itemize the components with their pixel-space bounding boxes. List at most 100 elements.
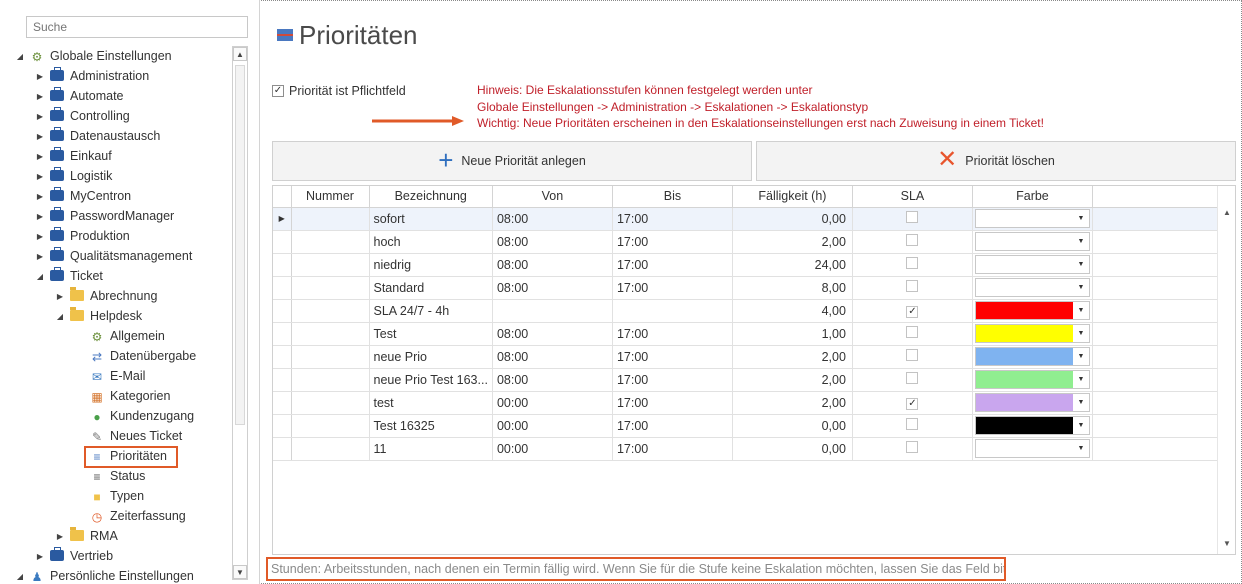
tree-item[interactable]: ▶ Datenaustausch xyxy=(34,126,160,146)
tree-item[interactable]: ▶ Logistik xyxy=(34,166,112,186)
color-picker[interactable]: ▼ xyxy=(974,347,1090,366)
tree-item[interactable]: ▶ Qualitätsmanagement xyxy=(34,246,192,266)
dropdown-arrow-icon[interactable]: ▼ xyxy=(1072,279,1089,296)
tree-item[interactable]: ◢ Helpdesk xyxy=(54,306,142,326)
cell-farbe[interactable]: ▼ xyxy=(972,368,1093,392)
collapse-arrow-icon[interactable]: ◢ xyxy=(54,307,66,327)
cell-faelligkeit[interactable]: 0,00 xyxy=(732,437,853,461)
cell-von[interactable]: 08:00 xyxy=(492,207,613,231)
tree-item[interactable]: ▶ Controlling xyxy=(34,106,130,126)
color-picker[interactable]: ▼ xyxy=(974,393,1090,412)
cell-bezeichnung[interactable]: niedrig xyxy=(369,253,493,277)
tree-item[interactable]: ◢ Ticket xyxy=(34,266,103,286)
cell-nummer[interactable] xyxy=(291,414,370,438)
expand-arrow-icon[interactable]: ▶ xyxy=(34,547,46,567)
color-picker[interactable]: ▼ xyxy=(974,416,1090,435)
table-row[interactable]: 11 00:00 17:00 0,00 ▼ xyxy=(273,437,1221,461)
color-picker[interactable]: ▼ xyxy=(974,324,1090,343)
cell-farbe[interactable]: ▼ xyxy=(972,276,1093,300)
sla-checkbox[interactable] xyxy=(906,211,919,223)
cell-bis[interactable]: 17:00 xyxy=(612,207,733,231)
table-row[interactable]: neue Prio Test 163... 08:00 17:00 2,00 ▼ xyxy=(273,368,1221,392)
cell-bis[interactable] xyxy=(612,299,733,323)
dropdown-arrow-icon[interactable]: ▼ xyxy=(1072,210,1089,227)
table-row[interactable]: hoch 08:00 17:00 2,00 ▼ xyxy=(273,230,1221,254)
scroll-thumb[interactable] xyxy=(235,65,245,425)
cell-bis[interactable]: 17:00 xyxy=(612,345,733,369)
cell-faelligkeit[interactable]: 1,00 xyxy=(732,322,853,346)
grid-scroll-up-icon[interactable]: ▲ xyxy=(1218,208,1235,217)
sla-checkbox[interactable] xyxy=(906,418,919,430)
expand-arrow-icon[interactable]: ▶ xyxy=(34,67,46,87)
cell-farbe[interactable]: ▼ xyxy=(972,437,1093,461)
cell-von[interactable]: 08:00 xyxy=(492,322,613,346)
cell-von[interactable]: 08:00 xyxy=(492,276,613,300)
cell-sla[interactable] xyxy=(852,253,973,277)
cell-bis[interactable]: 17:00 xyxy=(612,368,733,392)
cell-nummer[interactable] xyxy=(291,368,370,392)
cell-bezeichnung[interactable]: neue Prio xyxy=(369,345,493,369)
cell-faelligkeit[interactable]: 4,00 xyxy=(732,299,853,323)
cell-farbe[interactable]: ▼ xyxy=(972,391,1093,415)
sla-checkbox[interactable] xyxy=(906,280,919,292)
tree-item[interactable]: ▶ Einkauf xyxy=(34,146,112,166)
sla-checkbox[interactable]: ✓ xyxy=(906,398,919,410)
sla-checkbox[interactable] xyxy=(906,326,919,338)
cell-bezeichnung[interactable]: SLA 24/7 - 4h xyxy=(369,299,493,323)
color-picker[interactable]: ▼ xyxy=(974,301,1090,320)
cell-faelligkeit[interactable]: 2,00 xyxy=(732,345,853,369)
column-header[interactable]: Fälligkeit (h) xyxy=(732,186,853,208)
table-row[interactable]: ▶ sofort 08:00 17:00 0,00 ▼ xyxy=(273,207,1221,231)
cell-nummer[interactable] xyxy=(291,391,370,415)
cell-bezeichnung[interactable]: sofort xyxy=(369,207,493,231)
sla-checkbox[interactable] xyxy=(906,257,919,269)
new-priority-button[interactable]: + Neue Priorität anlegen xyxy=(272,141,752,181)
cell-bis[interactable]: 17:00 xyxy=(612,253,733,277)
collapse-arrow-icon[interactable]: ◢ xyxy=(34,267,46,287)
delete-priority-button[interactable]: ✕ Priorität löschen xyxy=(756,141,1236,181)
tree-item[interactable]: ▶ Automate xyxy=(34,86,124,106)
expand-arrow-icon[interactable]: ▶ xyxy=(34,187,46,207)
cell-nummer[interactable] xyxy=(291,437,370,461)
tree-item[interactable]: ✉ E-Mail xyxy=(74,366,145,386)
tree-item[interactable]: ✎ Neues Ticket xyxy=(74,426,182,446)
dropdown-arrow-icon[interactable]: ▼ xyxy=(1072,440,1089,457)
cell-nummer[interactable] xyxy=(291,345,370,369)
cell-sla[interactable] xyxy=(852,322,973,346)
tree-item[interactable]: ◢ ⚙ Globale Einstellungen xyxy=(14,46,172,66)
cell-bezeichnung[interactable]: 11 xyxy=(369,437,493,461)
search-input[interactable] xyxy=(26,16,248,38)
cell-bis[interactable]: 17:00 xyxy=(612,230,733,254)
tree-item[interactable]: ▶ Administration xyxy=(34,66,149,86)
cell-sla[interactable] xyxy=(852,345,973,369)
cell-nummer[interactable] xyxy=(291,276,370,300)
table-row[interactable]: neue Prio 08:00 17:00 2,00 ▼ xyxy=(273,345,1221,369)
cell-bis[interactable]: 17:00 xyxy=(612,276,733,300)
cell-bezeichnung[interactable]: Standard xyxy=(369,276,493,300)
collapse-arrow-icon[interactable]: ◢ xyxy=(14,47,26,67)
cell-farbe[interactable]: ▼ xyxy=(972,299,1093,323)
cell-faelligkeit[interactable]: 2,00 xyxy=(732,391,853,415)
expand-arrow-icon[interactable]: ▶ xyxy=(34,247,46,267)
tree-item[interactable]: ▶ RMA xyxy=(54,526,118,546)
color-picker[interactable]: ▼ xyxy=(974,255,1090,274)
tree-scrollbar[interactable]: ▲ ▼ xyxy=(232,46,248,580)
cell-farbe[interactable]: ▼ xyxy=(972,345,1093,369)
table-row[interactable]: SLA 24/7 - 4h 4,00 ✓ ▼ xyxy=(273,299,1221,323)
mandatory-checkbox-row[interactable]: ✓ Priorität ist Pflichtfeld xyxy=(272,84,406,98)
grid-scrollbar[interactable]: ▲ ▼ xyxy=(1217,186,1235,554)
expand-arrow-icon[interactable]: ▶ xyxy=(54,527,66,547)
tree-item[interactable]: ≡ Status xyxy=(74,466,145,486)
tree-item[interactable]: ▶ Vertrieb xyxy=(34,546,113,566)
sla-checkbox[interactable] xyxy=(906,441,919,453)
cell-bezeichnung[interactable]: Test 16325 xyxy=(369,414,493,438)
cell-farbe[interactable]: ▼ xyxy=(972,322,1093,346)
expand-arrow-icon[interactable]: ▶ xyxy=(34,87,46,107)
cell-bezeichnung[interactable]: test xyxy=(369,391,493,415)
expand-arrow-icon[interactable]: ▶ xyxy=(34,147,46,167)
expand-arrow-icon[interactable]: ▶ xyxy=(54,287,66,307)
dropdown-arrow-icon[interactable]: ▼ xyxy=(1072,302,1089,319)
tree-item[interactable]: ▶ PasswordManager xyxy=(34,206,174,226)
column-header[interactable]: Bis xyxy=(612,186,733,208)
tree-item[interactable]: ● Kundenzugang xyxy=(74,406,194,426)
